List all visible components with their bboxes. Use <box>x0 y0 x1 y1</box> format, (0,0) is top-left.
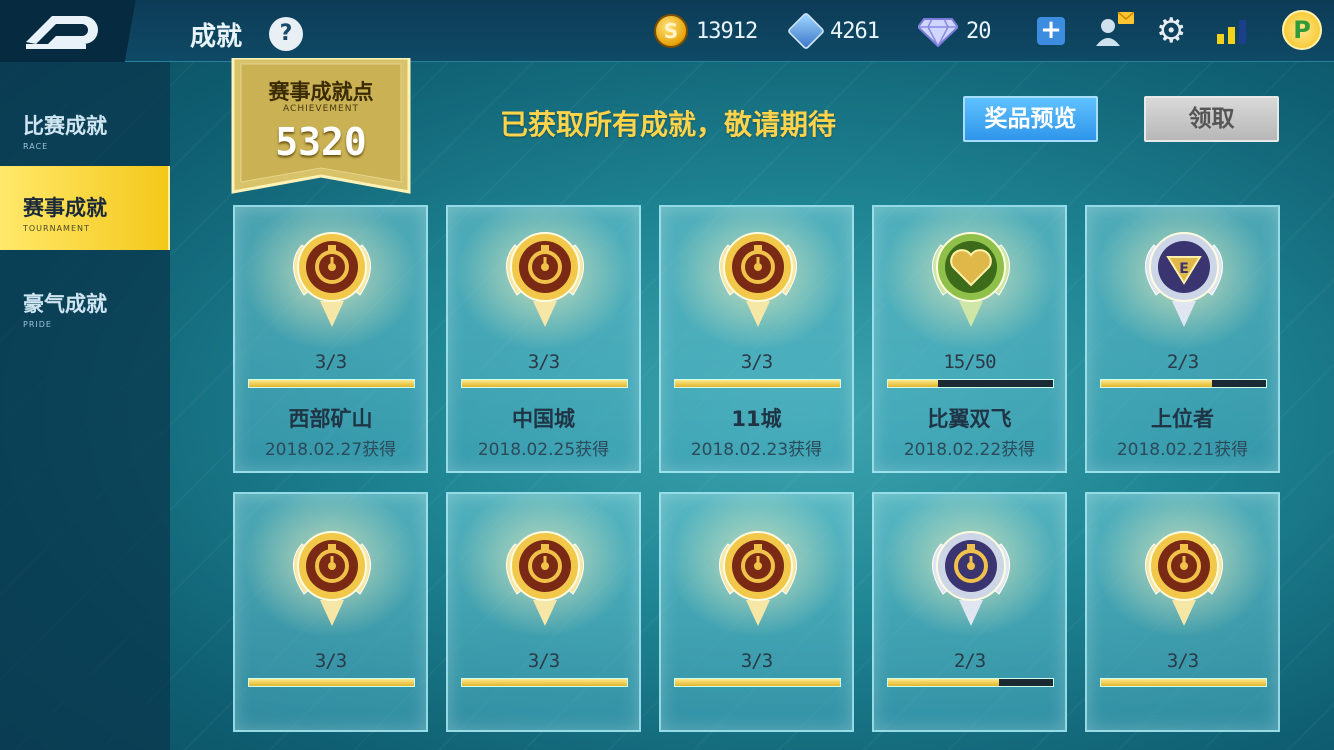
achievement-progress-fill <box>675 679 840 686</box>
gold-stopwatch-medal-icon <box>1145 531 1223 626</box>
achievement-card[interactable]: 3/3 <box>233 492 428 732</box>
achievement-progress-fill <box>462 679 627 686</box>
achievement-progress-bar <box>674 379 841 388</box>
achievement-name: 11城 <box>731 407 782 431</box>
achievement-date: 2018.02.25获得 <box>477 440 610 460</box>
silver-triangle-medal-icon: E <box>1145 232 1223 327</box>
achievement-progress-text: 2/3 <box>1166 351 1199 373</box>
achievement-progress-bar <box>674 678 841 687</box>
achievement-card[interactable]: 15/50 比翼双飞 2018.02.22获得 <box>872 205 1067 473</box>
banner-title: 赛事成就点 <box>268 80 374 104</box>
achievement-progress-text: 3/3 <box>314 351 347 373</box>
achievement-date: 2018.02.22获得 <box>903 440 1036 460</box>
achievement-name: 比翼双飞 <box>927 407 1012 431</box>
green-heart-medal-icon <box>932 232 1010 327</box>
achievement-progress-bar <box>248 678 415 687</box>
gold-stopwatch-medal-icon <box>293 531 371 626</box>
svg-text:E: E <box>1179 261 1189 277</box>
prize-preview-button[interactable]: 奖品预览 <box>963 96 1098 142</box>
achievement-card[interactable]: 3/3 <box>659 492 854 732</box>
achievement-card[interactable]: 3/3 中国城 2018.02.25获得 <box>446 205 641 473</box>
achievement-progress-fill <box>249 679 414 686</box>
achievement-card[interactable]: E 2/3 上位者 2018.02.21获得 <box>1085 205 1280 473</box>
achievement-date: 2018.02.21获得 <box>1116 440 1249 460</box>
achievement-progress-bar <box>461 379 628 388</box>
achievement-points-banner: 赛事成就点 ACHIEVEMENT 5320 <box>231 58 411 198</box>
achievement-card[interactable]: 2/3 <box>872 492 1067 732</box>
achievement-progress-bar <box>887 379 1054 388</box>
achievement-progress-bar <box>461 678 628 687</box>
status-message: 已获取所有成就，敬请期待 <box>500 108 837 141</box>
achievement-progress-text: 3/3 <box>314 650 347 672</box>
achievement-name: 上位者 <box>1151 407 1214 431</box>
achievement-progress-text: 3/3 <box>740 351 773 373</box>
claim-button[interactable]: 领取 <box>1144 96 1279 142</box>
achievement-progress-fill <box>888 380 938 387</box>
achievement-date: 2018.02.23获得 <box>690 440 823 460</box>
silver-stopwatch-medal-icon <box>932 531 1010 626</box>
achievement-progress-bar <box>887 678 1054 687</box>
achievement-progress-text: 3/3 <box>740 650 773 672</box>
achievement-progress-text: 3/3 <box>1166 650 1199 672</box>
achievement-progress-text: 15/50 <box>943 351 996 373</box>
achievement-progress-fill <box>462 380 627 387</box>
achievement-progress-fill <box>1101 679 1266 686</box>
achievement-progress-text: 2/3 <box>953 650 986 672</box>
achievement-progress-fill <box>1101 380 1212 387</box>
achievement-progress-fill <box>249 380 414 387</box>
achievement-progress-text: 3/3 <box>527 650 560 672</box>
achievement-card[interactable]: 3/3 11城 2018.02.23获得 <box>659 205 854 473</box>
achievement-progress-text: 3/3 <box>527 351 560 373</box>
achievement-progress-bar <box>1100 678 1267 687</box>
gold-stopwatch-medal-icon <box>506 531 584 626</box>
achievement-date: 2018.02.27获得 <box>264 440 397 460</box>
banner-subtitle: ACHIEVEMENT <box>283 104 359 114</box>
achievement-name: 中国城 <box>512 407 575 431</box>
achievement-points-value: 5320 <box>275 120 367 164</box>
achievement-name: 西部矿山 <box>288 407 373 431</box>
achievement-card[interactable]: 3/3 <box>1085 492 1280 732</box>
gold-stopwatch-medal-icon <box>293 232 371 327</box>
achievement-progress-fill <box>675 380 840 387</box>
achievement-progress-fill <box>888 679 999 686</box>
gold-stopwatch-medal-icon <box>719 232 797 327</box>
achievement-card[interactable]: 3/3 <box>446 492 641 732</box>
gold-stopwatch-medal-icon <box>719 531 797 626</box>
gold-stopwatch-medal-icon <box>506 232 584 327</box>
achievement-progress-bar <box>1100 379 1267 388</box>
achievement-progress-bar <box>248 379 415 388</box>
achievement-card[interactable]: 3/3 西部矿山 2018.02.27获得 <box>233 205 428 473</box>
